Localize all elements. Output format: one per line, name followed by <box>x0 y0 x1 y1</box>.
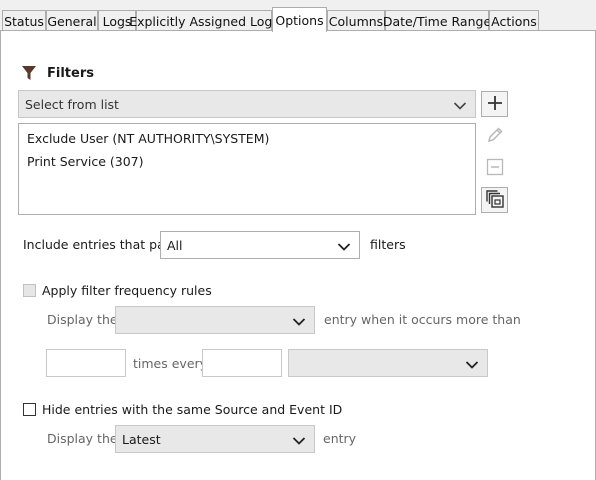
remove-icon <box>486 158 504 179</box>
hide-display-value: Latest <box>122 431 161 447</box>
filter-list[interactable]: Exclude User (NT AUTHORITY\SYSTEM) Print… <box>18 123 476 215</box>
tab-bar: Status General Logs Explicitly Assigned … <box>0 0 596 32</box>
apply-frequency-rules-label: Apply filter frequency rules <box>42 283 212 298</box>
frequency-entry-label: entry when it occurs more than <box>324 312 521 327</box>
edit-filter-button[interactable] <box>481 123 508 149</box>
frequency-interval-input[interactable] <box>202 349 282 377</box>
filter-select-dropdown[interactable]: Select from list <box>18 90 476 118</box>
copy-filter-button[interactable] <box>481 187 508 213</box>
hide-duplicates-checkbox[interactable] <box>23 403 36 416</box>
options-panel: Filters Select from list Exclude User (N… <box>0 30 596 480</box>
chevron-down-icon <box>292 434 306 445</box>
include-filter-mode-dropdown[interactable]: All <box>160 231 360 259</box>
hide-display-label: Display the <box>47 431 118 446</box>
hide-duplicates-label: Hide entries with the same Source and Ev… <box>42 402 343 417</box>
hide-entry-label: entry <box>323 431 357 446</box>
tab-status[interactable]: Status <box>2 10 46 31</box>
filters-suffix-label: filters <box>370 237 406 252</box>
include-filter-mode-value: All <box>167 237 183 253</box>
frequency-unit-dropdown[interactable] <box>288 349 488 377</box>
add-icon <box>487 95 503 114</box>
list-item[interactable]: Print Service (307) <box>27 154 144 169</box>
chevron-down-icon <box>337 240 351 251</box>
filter-select-placeholder: Select from list <box>25 96 119 112</box>
list-item[interactable]: Exclude User (NT AUTHORITY\SYSTEM) <box>27 131 269 146</box>
hide-display-dropdown[interactable]: Latest <box>115 425 315 453</box>
copy-icon <box>485 189 505 212</box>
tab-general[interactable]: General <box>46 10 98 31</box>
filters-heading: Filters <box>47 66 94 81</box>
apply-frequency-rules-checkbox[interactable] <box>23 284 36 297</box>
chevron-down-icon <box>453 99 467 110</box>
tab-actions[interactable]: Actions <box>489 10 539 31</box>
funnel-icon <box>21 64 37 82</box>
frequency-times-input[interactable] <box>46 349 126 377</box>
add-filter-button[interactable] <box>481 91 508 117</box>
tab-date-time-range[interactable]: Date/Time Range <box>383 10 491 31</box>
frequency-display-dropdown[interactable] <box>115 306 315 334</box>
tab-options[interactable]: Options <box>272 7 327 32</box>
frequency-display-label: Display the <box>47 312 118 327</box>
tab-explicitly-assigned-logs[interactable]: Explicitly Assigned Logs <box>129 10 279 31</box>
chevron-down-icon <box>292 315 306 326</box>
times-every-label: times every <box>133 356 208 371</box>
remove-filter-button[interactable] <box>481 155 508 181</box>
edit-icon <box>486 126 504 147</box>
chevron-down-icon <box>465 358 479 369</box>
tab-columns[interactable]: Columns <box>327 10 385 31</box>
include-entries-label: Include entries that pass <box>23 237 178 252</box>
